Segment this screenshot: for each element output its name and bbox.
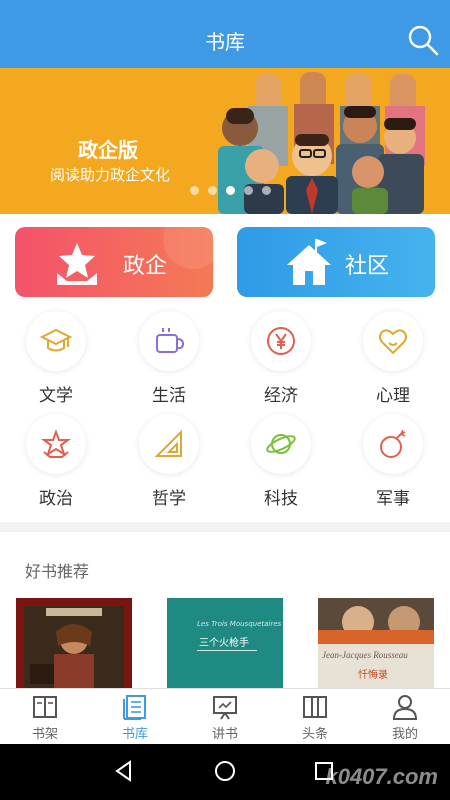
tab-label: 书库 (121, 727, 148, 742)
category-label: 心理 (376, 386, 410, 406)
yen-coin-icon (267, 327, 295, 355)
category-icon-wrap (139, 414, 199, 474)
category-icon-wrap (251, 311, 311, 371)
category-icon-wrap (363, 311, 423, 371)
carousel-dot[interactable] (262, 186, 271, 195)
header: 书库 (0, 14, 450, 68)
carousel-dot[interactable] (208, 186, 217, 195)
carousel-dot-active[interactable] (226, 186, 235, 195)
heart-icon (379, 329, 407, 355)
home-circle-icon[interactable] (214, 760, 236, 782)
government-button-label: 政企 (123, 254, 168, 279)
category-philosophy[interactable]: 哲学 (129, 414, 209, 514)
tab-profile[interactable]: 我的 (370, 689, 440, 745)
tab-label: 讲书 (211, 727, 238, 742)
banner-title: 政企版 (78, 138, 138, 162)
tab-label: 头条 (301, 727, 328, 742)
decor-circle (163, 227, 213, 269)
category-politics[interactable]: 政治 (16, 414, 96, 514)
category-icon-wrap (251, 414, 311, 474)
government-button[interactable]: 政企 (15, 227, 213, 297)
section-divider (0, 522, 450, 532)
tab-bookshelf[interactable]: 书架 (10, 689, 80, 745)
category-label: 经济 (264, 386, 298, 406)
carousel-dot[interactable] (244, 186, 253, 195)
status-bar (0, 0, 450, 14)
category-icon-wrap (363, 414, 423, 474)
category-economy[interactable]: 经济 (241, 311, 321, 411)
book-cover[interactable] (16, 598, 132, 690)
recommend-title: 好书推荐 (25, 562, 90, 581)
back-icon[interactable] (113, 760, 135, 782)
coffee-cup-icon (156, 328, 185, 353)
category-label: 生活 (152, 386, 186, 406)
star-icon (40, 429, 72, 458)
bookshelf-icon (33, 696, 57, 718)
tab-library[interactable]: 书库 (100, 689, 170, 745)
category-label: 文学 (39, 386, 73, 406)
bomb-icon (380, 429, 406, 458)
category-icon-wrap (139, 311, 199, 371)
category-label: 科技 (264, 489, 298, 509)
promo-banner[interactable]: 政企版 阅读助力政企文化 (0, 68, 450, 214)
graduation-cap-icon (40, 328, 72, 352)
category-technology[interactable]: 科技 (241, 414, 321, 514)
triangle-ruler-icon (154, 429, 182, 457)
bottom-tab-bar: 书架 书库 讲书 头条 我的 (0, 688, 450, 744)
book-title: 忏悔录 (358, 670, 388, 681)
community-button-label: 社区 (345, 254, 390, 279)
carousel-dot[interactable] (190, 186, 199, 195)
system-navigation-bar: k0407.com (0, 744, 450, 800)
book-author: Jean-Jacques Rousseau (322, 650, 408, 660)
watermark: k0407.com (325, 764, 438, 789)
category-label: 哲学 (152, 489, 186, 509)
cover-rule (197, 650, 257, 651)
category-life[interactable]: 生活 (129, 311, 209, 411)
category-icon-wrap (26, 311, 86, 371)
painting-cover (24, 606, 124, 690)
category-label: 军事 (376, 489, 410, 509)
banner-subtitle: 阅读助力政企文化 (50, 166, 171, 184)
library-icon (123, 695, 146, 720)
community-button[interactable]: 社区 (237, 227, 435, 297)
book-cover[interactable]: Jean-Jacques Rousseau 忏悔录 (318, 598, 434, 690)
profile-icon (392, 695, 418, 720)
search-icon[interactable] (406, 23, 440, 57)
book-cover[interactable]: Les Trois Mousquetaires 三个火枪手 (167, 598, 283, 690)
crowd-illustration (218, 72, 425, 214)
news-icon (303, 696, 327, 718)
page-title: 书库 (205, 30, 245, 54)
book-subtitle: Les Trois Mousquetaires (197, 620, 282, 628)
category-icon-wrap (26, 414, 86, 474)
tab-headlines[interactable]: 头条 (280, 689, 350, 745)
tab-label: 我的 (391, 727, 418, 742)
presentation-icon (213, 696, 237, 720)
tab-talk[interactable]: 讲书 (190, 689, 260, 745)
crown-star-icon (57, 243, 97, 285)
planet-icon (266, 434, 296, 454)
home-icon (287, 239, 331, 285)
category-literature[interactable]: 文学 (16, 311, 96, 411)
category-military[interactable]: 军事 (353, 414, 433, 514)
tab-label: 书架 (31, 727, 58, 742)
book-title: 三个火枪手 (199, 638, 249, 649)
category-psychology[interactable]: 心理 (353, 311, 433, 411)
category-label: 政治 (39, 489, 73, 509)
